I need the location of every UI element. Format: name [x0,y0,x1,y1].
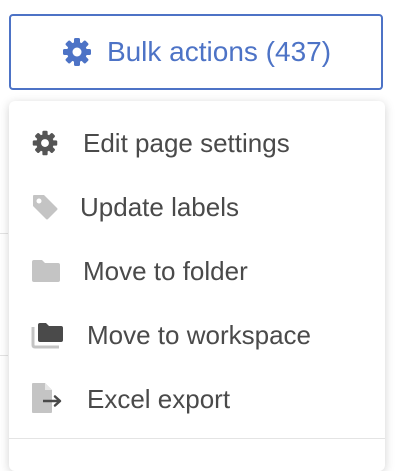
bulk-actions-button[interactable]: Bulk actions (437) [9,14,383,90]
folder-icon [31,259,61,283]
menu-item-edit-page-settings[interactable]: Edit page settings [9,111,385,175]
menu-item-label: Excel export [87,383,231,414]
background-divider [0,355,8,356]
tag-icon [31,193,59,221]
menu-item-move-to-workspace[interactable]: Move to workspace [9,303,385,367]
menu-item-label: Edit page settings [83,127,290,158]
gear-icon [61,36,93,68]
menu-item-label: Update labels [80,191,239,222]
gear-icon [31,129,59,157]
background-divider [0,233,8,234]
file-export-icon [31,382,65,414]
menu-item-label: Move to workspace [87,319,311,350]
bulk-actions-label: Bulk actions (437) [106,36,332,67]
menu-item-update-labels[interactable]: Update labels [9,175,385,239]
workspace-folders-icon [31,321,65,349]
menu-item-excel-export[interactable]: Excel export [9,367,385,431]
menu-divider [9,438,385,439]
menu-item-label: Move to folder [83,255,248,286]
menu-item-move-to-folder[interactable]: Move to folder [9,239,385,303]
bulk-actions-menu: Edit page settings Update labels Move to… [9,101,385,471]
